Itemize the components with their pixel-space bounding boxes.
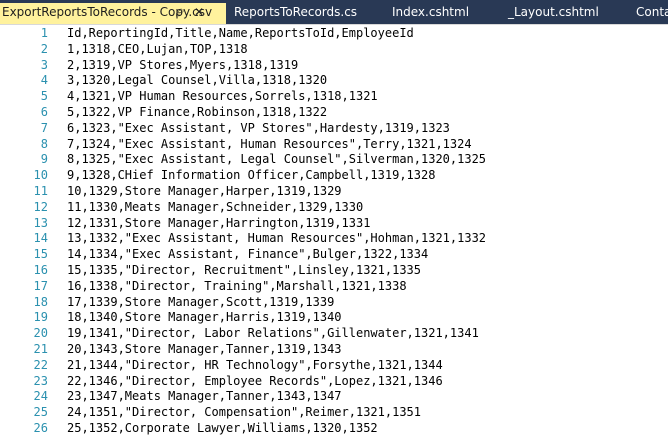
line-text[interactable]: 19,1341,"Director, Labor Relations",Gill… (67, 326, 479, 342)
editor-line[interactable]: 7 6,1323,"Exec Assistant, VP Stores",Hard… (0, 121, 668, 137)
line-text[interactable]: 10,1329,Store Manager,Harper,1319,1329 (67, 184, 342, 200)
editor-line[interactable]: 23 22,1346,"Director, Employee Records",L… (0, 374, 668, 390)
editor-line[interactable]: 8 7,1324,"Exec Assistant, Human Resources… (0, 137, 668, 153)
visual-studio-window: ExportReportsToRecords - Copy.csv ⮳ ✕ Re… (0, 0, 668, 440)
line-number: 20 (33, 326, 48, 341)
line-number: 26 (33, 420, 48, 435)
line-number: 15 (33, 247, 48, 262)
line-number: 23 (33, 373, 48, 388)
line-text[interactable]: 6,1323,"Exec Assistant, VP Stores",Harde… (67, 121, 450, 137)
tab-label: _Layout.cshtml (508, 5, 599, 19)
editor-line[interactable]: 13 12,1331,Store Manager,Harrington,1319,… (0, 216, 668, 232)
text-editor[interactable]: 1 Id,ReportingId,Title,Name,ReportsToId,E… (0, 24, 668, 440)
editor-line[interactable]: 1 Id,ReportingId,Title,Name,ReportsToId,E… (0, 26, 668, 42)
tab-label: Conta (636, 5, 668, 19)
editor-line[interactable]: 25 24,1351,"Director, Compensation",Reime… (0, 405, 668, 421)
editor-line[interactable]: 18 17,1339,Store Manager,Scott,1319,1339 (0, 295, 668, 311)
line-number: 21 (33, 341, 48, 356)
editor-line[interactable]: 22 21,1344,"Director, HR Technology",Fors… (0, 358, 668, 374)
line-text[interactable]: 4,1321,VP Human Resources,Sorrels,1318,1… (67, 89, 378, 105)
line-number: 17 (33, 278, 48, 293)
line-text[interactable]: 24,1351,"Director, Compensation",Reimer,… (67, 405, 421, 421)
line-number: 6 (40, 104, 48, 119)
editor-line[interactable]: 12 11,1330,Meats Manager,Schneider,1329,1… (0, 200, 668, 216)
editor-line[interactable]: 2 1,1318,CEO,Lujan,TOP,1318 (0, 42, 668, 58)
line-text[interactable]: 21,1344,"Director, HR Technology",Forsyt… (67, 358, 443, 374)
line-text[interactable]: 17,1339,Store Manager,Scott,1319,1339 (67, 295, 334, 311)
line-number: 5 (40, 89, 48, 104)
line-text[interactable]: 3,1320,Legal Counsel,Villa,1318,1320 (67, 73, 327, 89)
tab-conta[interactable]: Conta (630, 3, 668, 22)
line-number: 25 (33, 405, 48, 420)
line-text[interactable]: 22,1346,"Director, Employee Records",Lop… (67, 374, 443, 390)
line-number: 1 (40, 26, 48, 40)
line-text[interactable]: 1,1318,CEO,Lujan,TOP,1318 (67, 42, 248, 58)
line-number: 12 (33, 199, 48, 214)
editor-line[interactable]: 19 18,1340,Store Manager,Harris,1319,1340 (0, 310, 668, 326)
line-text[interactable]: 23,1347,Meats Manager,Tanner,1343,1347 (67, 389, 342, 405)
tab-layout-cshtml[interactable]: _Layout.cshtml (502, 3, 614, 22)
tab-reports-to-records-cs[interactable]: ReportsToRecords.cs (228, 3, 378, 22)
editor-line[interactable]: 21 20,1343,Store Manager,Tanner,1319,1343 (0, 342, 668, 358)
editor-line[interactable]: 9 8,1325,"Exec Assistant, Legal Counsel",… (0, 152, 668, 168)
editor-line[interactable]: 4 3,1320,Legal Counsel,Villa,1318,1320 (0, 73, 668, 89)
line-number: 13 (33, 215, 48, 230)
line-number: 24 (33, 389, 48, 404)
line-text[interactable]: 2,1319,VP Stores,Myers,1318,1319 (67, 58, 298, 74)
pin-icon[interactable]: ⮳ (172, 3, 188, 22)
line-number: 14 (33, 231, 48, 246)
line-number: 11 (33, 183, 48, 198)
line-text[interactable]: 5,1322,VP Finance,Robinson,1318,1322 (67, 105, 327, 121)
editor-line[interactable]: 5 4,1321,VP Human Resources,Sorrels,1318,… (0, 89, 668, 105)
line-text[interactable]: 25,1352,Corporate Lawyer,Williams,1320,1… (67, 421, 378, 437)
line-number: 18 (33, 294, 48, 309)
line-number: 9 (40, 152, 48, 167)
tab-label: ReportsToRecords.cs (234, 5, 358, 19)
editor-line[interactable]: 11 10,1329,Store Manager,Harper,1319,1329 (0, 184, 668, 200)
editor-line[interactable]: 16 15,1335,"Director, Recruitment",Linsle… (0, 263, 668, 279)
line-text[interactable]: 12,1331,Store Manager,Harrington,1319,13… (67, 216, 370, 232)
line-text[interactable]: 8,1325,"Exec Assistant, Legal Counsel",S… (67, 152, 486, 168)
line-text[interactable]: 13,1332,"Exec Assistant, Human Resources… (67, 231, 486, 247)
tab-index-cshtml[interactable]: Index.cshtml (386, 3, 486, 22)
line-number: 8 (40, 136, 48, 151)
tab-label: Index.cshtml (392, 5, 470, 19)
line-number: 19 (33, 310, 48, 325)
editor-lines: 1 Id,ReportingId,Title,Name,ReportsToId,E… (0, 25, 668, 437)
line-text[interactable]: 14,1334,"Exec Assistant, Finance",Bulger… (67, 247, 428, 263)
editor-line[interactable]: 17 16,1338,"Director, Training",Marshall,… (0, 279, 668, 295)
line-text[interactable]: 15,1335,"Director, Recruitment",Linsley,… (67, 263, 421, 279)
line-number: 2 (40, 41, 48, 56)
editor-line[interactable]: 26 25,1352,Corporate Lawyer,Williams,1320… (0, 421, 668, 437)
line-number: 4 (40, 73, 48, 88)
line-number: 3 (40, 57, 48, 72)
editor-line[interactable]: 6 5,1322,VP Finance,Robinson,1318,1322 (0, 105, 668, 121)
editor-line[interactable]: 3 2,1319,VP Stores,Myers,1318,1319 (0, 58, 668, 74)
editor-line[interactable]: 14 13,1332,"Exec Assistant, Human Resourc… (0, 231, 668, 247)
line-text[interactable]: 7,1324,"Exec Assistant, Human Resources"… (67, 137, 472, 153)
line-number: 22 (33, 357, 48, 372)
line-number: 10 (33, 168, 48, 183)
editor-line[interactable]: 15 14,1334,"Exec Assistant, Finance",Bulg… (0, 247, 668, 263)
line-number: 7 (40, 120, 48, 135)
editor-line[interactable]: 24 23,1347,Meats Manager,Tanner,1343,1347 (0, 389, 668, 405)
document-tab-strip: ExportReportsToRecords - Copy.csv ⮳ ✕ Re… (0, 0, 668, 24)
tab-export-reports-csv[interactable]: ExportReportsToRecords - Copy.csv ⮳ ✕ (0, 3, 226, 24)
line-text[interactable]: 20,1343,Store Manager,Tanner,1319,1343 (67, 342, 342, 358)
line-text[interactable]: Id,ReportingId,Title,Name,ReportsToId,Em… (67, 26, 414, 42)
line-text[interactable]: 16,1338,"Director, Training",Marshall,13… (67, 279, 407, 295)
editor-line[interactable]: 20 19,1341,"Director, Labor Relations",Gi… (0, 326, 668, 342)
line-text[interactable]: 18,1340,Store Manager,Harris,1319,1340 (67, 310, 342, 326)
line-text[interactable]: 11,1330,Meats Manager,Schneider,1329,133… (67, 200, 363, 216)
close-icon[interactable]: ✕ (191, 3, 207, 22)
line-text[interactable]: 9,1328,CHief Information Officer,Campbel… (67, 168, 435, 184)
editor-line[interactable]: 10 9,1328,CHief Information Officer,Campb… (0, 168, 668, 184)
line-number: 16 (33, 262, 48, 277)
